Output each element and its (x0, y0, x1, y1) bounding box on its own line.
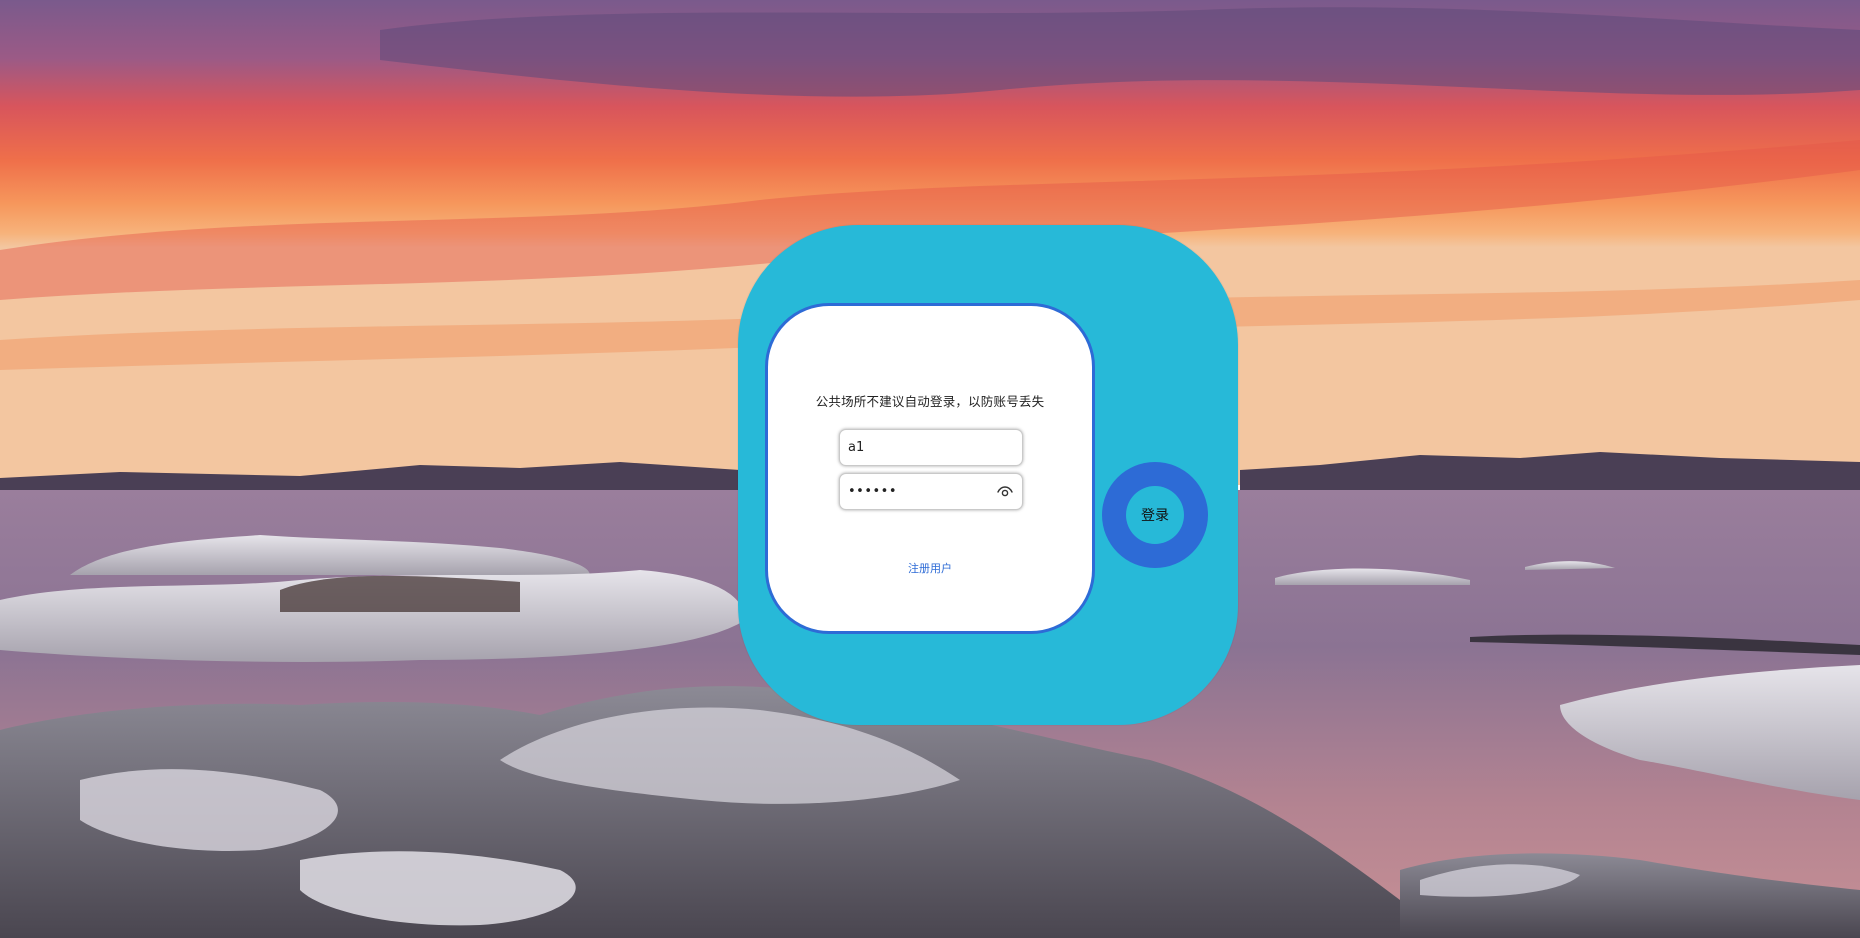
auto-login-notice: 公共场所不建议自动登录，以防账号丢失 (815, 394, 1045, 409)
login-form-card: 公共场所不建议自动登录，以防账号丢失 注册用户 (765, 303, 1095, 634)
register-link[interactable]: 注册用户 (768, 560, 1092, 576)
login-page: 公共场所不建议自动登录，以防账号丢失 注册用户 登录 (0, 0, 1860, 938)
username-input[interactable] (840, 430, 1022, 465)
eye-icon[interactable] (997, 486, 1013, 498)
login-button-ring: 登录 (1102, 462, 1208, 568)
password-field[interactable] (839, 473, 1023, 510)
password-input[interactable] (840, 474, 1022, 509)
username-field[interactable] (839, 429, 1023, 466)
login-button[interactable]: 登录 (1126, 486, 1184, 544)
